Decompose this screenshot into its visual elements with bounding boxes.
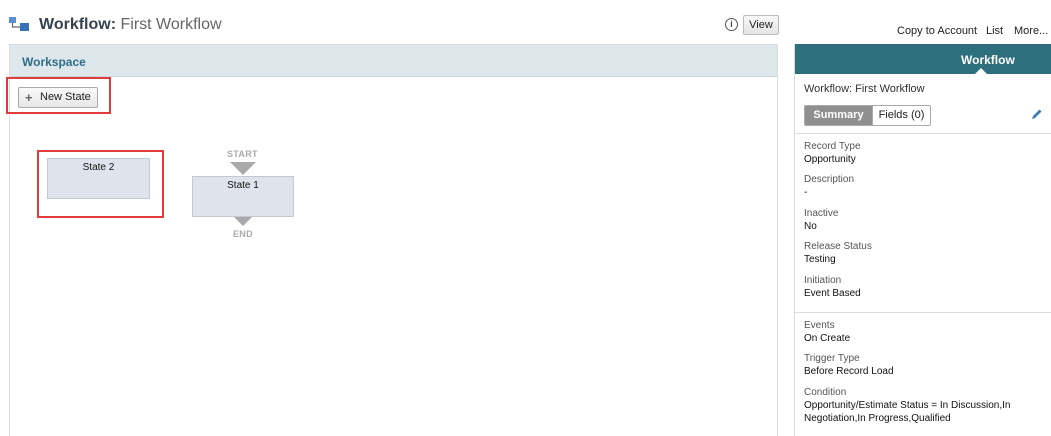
start-label: START <box>227 149 258 159</box>
condition-label: Condition <box>804 387 847 398</box>
end-label: END <box>233 229 253 239</box>
release-status-value: Testing <box>804 254 836 265</box>
copy-to-account-link[interactable]: Copy to Account <box>897 25 977 37</box>
workflow-detail-panel: Workflow Workflow: First Workflow Summar… <box>794 44 1051 436</box>
condition-value-line2: Negotiation,In Progress,Qualified <box>804 413 951 424</box>
state-node-1[interactable]: State 1 <box>192 176 294 217</box>
condition-value-line1: Opportunity/Estimate Status = In Discuss… <box>804 400 1011 411</box>
trigger-type-label: Trigger Type <box>804 353 860 364</box>
inactive-label: Inactive <box>804 208 839 219</box>
page-title: Workflow: First Workflow <box>39 15 222 35</box>
record-type-label: Record Type <box>804 141 861 152</box>
highlight-new-state <box>6 77 111 114</box>
workspace-title: Workspace <box>22 55 86 69</box>
panel-workflow-title: Workflow: First Workflow <box>804 83 925 95</box>
page-header: Workflow: First Workflow i View Copy to … <box>0 0 1051 44</box>
description-value: - <box>804 187 808 198</box>
info-icon[interactable]: i <box>725 18 738 31</box>
trigger-type-value: Before Record Load <box>804 366 894 377</box>
page-title-prefix: Workflow: <box>39 16 117 33</box>
start-arrow-icon <box>230 162 256 175</box>
summary-fields-toggle: Summary Fields (0) <box>804 105 931 126</box>
divider <box>795 312 1051 313</box>
page-title-name: First Workflow <box>120 16 222 33</box>
workspace-header: Workspace <box>10 45 777 77</box>
pencil-icon[interactable] <box>1031 108 1043 120</box>
inactive-value: No <box>804 221 817 232</box>
tab-workflow[interactable]: Workflow <box>961 53 1015 67</box>
end-arrow-icon <box>234 217 252 226</box>
highlight-state-2 <box>37 150 164 218</box>
initiation-value: Event Based <box>804 288 861 299</box>
view-button[interactable]: View <box>743 15 779 35</box>
tab-fields[interactable]: Fields (0) <box>872 106 930 125</box>
events-label: Events <box>804 320 835 331</box>
tab-indicator <box>975 68 987 74</box>
divider <box>795 133 1051 134</box>
initiation-label: Initiation <box>804 275 842 286</box>
panel-header: Workflow <box>795 44 1051 74</box>
tab-summary[interactable]: Summary <box>805 106 872 125</box>
more-link[interactable]: More... <box>1014 25 1048 37</box>
list-link[interactable]: List <box>986 25 1003 37</box>
description-label: Description <box>804 174 855 185</box>
workflow-icon <box>9 17 29 31</box>
release-status-label: Release Status <box>804 241 872 252</box>
record-type-value: Opportunity <box>804 154 856 165</box>
events-value: On Create <box>804 333 851 344</box>
workspace-panel: Workspace + New State State 2 START Stat… <box>6 44 778 436</box>
